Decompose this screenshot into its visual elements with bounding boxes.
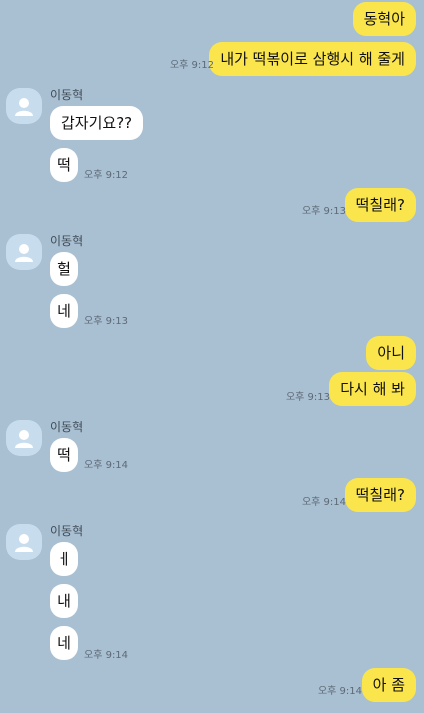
sender-name: 이동혁 <box>50 524 84 538</box>
my-message-bubble[interactable]: 아 좀 <box>361 668 416 702</box>
their-message-bubble[interactable]: 헐 <box>50 252 78 286</box>
sender-name: 이동혁 <box>50 420 84 434</box>
my-message-bubble[interactable]: 떡칠래? <box>344 478 416 512</box>
message-timestamp: 오후 9:13 <box>84 316 129 327</box>
their-message-bubble[interactable]: 네 <box>50 626 78 660</box>
their-message-bubble[interactable]: 떡 <box>50 148 78 182</box>
message-timestamp: 오후 9:14 <box>84 460 129 471</box>
message-timestamp: 오후 9:13 <box>285 392 330 403</box>
message-timestamp: 오후 9:14 <box>317 686 362 697</box>
message-timestamp: 오후 9:12 <box>169 60 214 71</box>
profile-avatar-icon[interactable] <box>6 524 42 560</box>
message-timestamp: 오후 9:13 <box>301 206 346 217</box>
their-message-bubble[interactable]: 떡 <box>50 438 78 472</box>
their-message-bubble[interactable]: 네 <box>50 294 78 328</box>
message-timestamp: 오후 9:12 <box>84 170 129 181</box>
their-message-bubble[interactable]: 내 <box>50 584 78 618</box>
my-message-bubble[interactable]: 아니 <box>366 336 416 370</box>
sender-name: 이동혁 <box>50 88 84 102</box>
profile-avatar-icon[interactable] <box>6 88 42 124</box>
message-timestamp: 오후 9:14 <box>301 497 346 508</box>
message-timestamp: 오후 9:14 <box>84 650 129 661</box>
my-message-bubble[interactable]: 내가 떡볶이로 삼행시 해 줄게 <box>209 42 416 76</box>
my-message-bubble[interactable]: 떡칠래? <box>344 188 416 222</box>
their-message-bubble[interactable]: 갑자기요?? <box>50 106 144 140</box>
their-message-bubble[interactable]: ㅔ <box>50 542 78 576</box>
profile-avatar-icon[interactable] <box>6 234 42 270</box>
profile-avatar-icon[interactable] <box>6 420 42 456</box>
my-message-bubble[interactable]: 다시 해 봐 <box>329 372 416 406</box>
sender-name: 이동혁 <box>50 234 84 248</box>
my-message-bubble[interactable]: 동혁아 <box>352 2 416 36</box>
